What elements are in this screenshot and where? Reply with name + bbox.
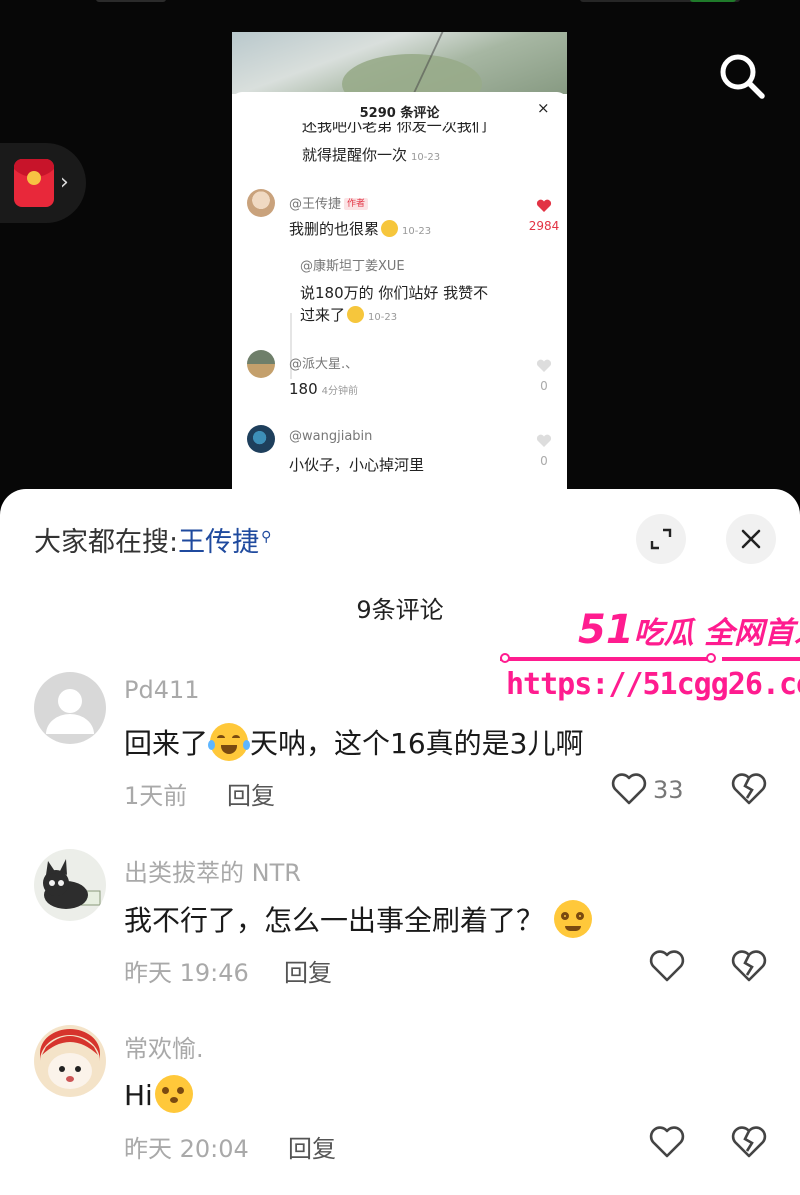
comment-text: 我不行了，怎么一出事全刷着了？ — [124, 899, 594, 939]
video-area[interactable]: › 5290 条评论 × 还我吧小老弟 你发一次我们 就得提醒你一次 10-23 … — [0, 0, 800, 500]
embedded-comment-text: 小伙子，小心掉河里 — [289, 456, 425, 474]
embedded-username: @派大星.、 — [289, 357, 359, 372]
reply-button[interactable]: 回复 — [227, 776, 275, 811]
status-bar — [0, 0, 800, 6]
embedded-avatar — [247, 350, 275, 378]
comment-panel: 大家都在搜:王传捷 ⚲ 9条评论 Pd411 回来了 天呐，这个16真的是3儿啊 1… — [0, 489, 800, 1195]
shy-emoji-icon — [154, 1075, 193, 1113]
embedded-comment-text: 180 4分钟前 — [289, 380, 359, 398]
embedded-username: @康斯坦丁姜XUE — [300, 259, 405, 274]
comment-text: Hi — [124, 1075, 195, 1113]
heart-icon — [536, 199, 552, 212]
embedded-avatar — [247, 425, 275, 453]
broken-heart-icon[interactable] — [731, 949, 767, 983]
red-envelope-icon — [14, 159, 54, 207]
reply-button[interactable]: 回复 — [288, 1129, 336, 1164]
embedded-sheet-title: 5290 条评论 — [359, 106, 440, 121]
watermark: 51吃瓜 全网首发 https://51cgg26.com — [500, 607, 800, 707]
embedded-photo — [232, 32, 567, 114]
chevron-right-icon: › — [60, 170, 69, 195]
comment-time: 1天前 — [124, 782, 188, 810]
embedded-like: 0 — [524, 434, 564, 468]
avatar[interactable] — [34, 672, 106, 744]
avatar[interactable] — [34, 849, 106, 921]
comment-time: 昨天 19:46 — [124, 959, 249, 987]
heart-icon[interactable] — [649, 949, 685, 983]
comment-text: 回来了 天呐，这个16真的是3儿啊 — [124, 722, 583, 762]
close-icon — [741, 529, 761, 549]
hot-search-keyword[interactable]: 王传捷 — [178, 527, 259, 558]
red-envelope-button[interactable]: › — [0, 143, 86, 223]
expand-icon — [650, 528, 672, 550]
embedded-partial-line2: 就得提醒你一次 10-23 — [302, 146, 441, 164]
broken-heart-icon[interactable] — [731, 772, 767, 806]
search-icon — [720, 54, 765, 99]
embedded-username: @王传捷 作者 — [289, 193, 369, 212]
comment-username[interactable]: 出类拔萃的 NTR — [124, 853, 301, 888]
comment-username[interactable]: Pd411 — [124, 676, 200, 704]
embedded-like: 2984 — [524, 199, 564, 233]
expand-button[interactable] — [636, 514, 686, 564]
hot-search-prefix: 大家都在搜: — [34, 527, 179, 558]
embedded-like: 0 — [524, 359, 564, 393]
watermark-brand: 51吃瓜 全网首发 — [578, 607, 800, 653]
embedded-partial-line1: 还我吧小老弟 你发一次我们 — [302, 122, 487, 134]
reply-button[interactable]: 回复 — [284, 953, 332, 988]
comment-item: 出类拔萃的 NTR 我不行了，怎么一出事全刷着了？ 昨天 19:46 回复 — [0, 849, 800, 1009]
watermark-url: https://51cgg26.com — [506, 667, 800, 702]
like-count: 33 — [653, 776, 684, 804]
dizzy-emoji-icon — [554, 900, 593, 938]
search-button[interactable] — [714, 48, 770, 104]
broken-heart-icon[interactable] — [731, 1125, 767, 1159]
search-small-icon: ⚲ — [261, 529, 272, 545]
embedded-avatar — [247, 189, 275, 217]
comment-time: 昨天 20:04 — [124, 1135, 249, 1163]
embedded-comment-text: 我删的也很累 10-23 — [289, 220, 432, 238]
comment-username[interactable]: 常欢愉. — [124, 1029, 204, 1064]
heart-icon — [536, 434, 552, 447]
embedded-comment-text: 过来了 10-23 — [300, 306, 398, 324]
laugh-cry-emoji-icon — [208, 723, 251, 761]
embedded-comment-text: 说180万的 你们站好 我赞不 — [300, 284, 489, 302]
close-button[interactable] — [726, 514, 776, 564]
heart-icon — [536, 359, 552, 372]
comment-item: 常欢愉. Hi 昨天 20:04 回复 — [0, 1025, 800, 1185]
embedded-close-icon: × — [537, 99, 550, 117]
hot-search[interactable]: 大家都在搜:王传捷 ⚲ — [34, 520, 271, 559]
embedded-screenshot: 5290 条评论 × 还我吧小老弟 你发一次我们 就得提醒你一次 10-23 @王… — [232, 32, 567, 500]
heart-icon[interactable] — [649, 1125, 685, 1159]
embedded-comment-sheet: 5290 条评论 × 还我吧小老弟 你发一次我们 就得提醒你一次 10-23 @王… — [232, 92, 567, 500]
embedded-username: @wangjiabin — [289, 429, 373, 444]
heart-icon[interactable] — [611, 772, 647, 806]
avatar[interactable] — [34, 1025, 106, 1097]
